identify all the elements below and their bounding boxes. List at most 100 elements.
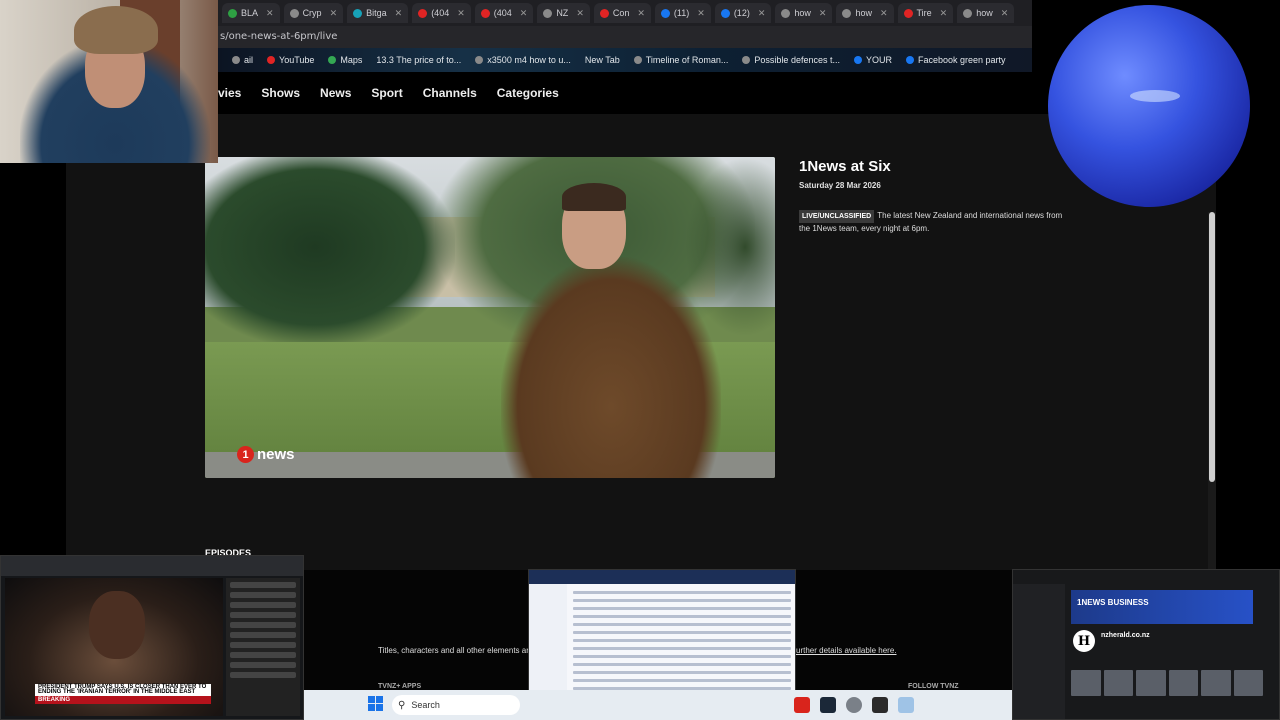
browser-tab[interactable]: Cryp ✕ bbox=[283, 3, 344, 23]
nav-sport[interactable]: Sport bbox=[371, 86, 402, 100]
live-badge: LIVE/UNCLASSIFIED bbox=[799, 210, 875, 223]
follow-heading: FOLLOW TVNZ bbox=[908, 683, 959, 690]
bookmark-item[interactable]: ail bbox=[232, 55, 253, 65]
bookmark-item[interactable]: Maps bbox=[328, 55, 362, 65]
video-player[interactable]: 1 news bbox=[205, 157, 775, 478]
bookmark-label: x3500 m4 how to u... bbox=[487, 55, 571, 65]
browser-tab[interactable]: (404 ✕ bbox=[412, 3, 471, 23]
bookmark-favicon-icon bbox=[328, 56, 337, 64]
bookmark-item[interactable]: Facebook green party bbox=[906, 55, 1006, 65]
browser-tab[interactable]: how ✕ bbox=[836, 3, 894, 23]
address-text[interactable]: s/one-news-at-6pm/live bbox=[220, 31, 337, 42]
bookmark-favicon-icon bbox=[633, 56, 642, 64]
bookmark-favicon-icon bbox=[267, 56, 276, 64]
nav-movies[interactable]: vies bbox=[218, 86, 241, 100]
nzherald-banner-text: 1NEWS BUSINESS bbox=[1077, 598, 1149, 607]
1news-logo-text: news bbox=[257, 446, 295, 463]
footer-link[interactable]: urther details available here. bbox=[796, 646, 897, 655]
browser-tab[interactable]: (11) ✕ bbox=[654, 3, 711, 23]
browser-tab[interactable]: Bitga ✕ bbox=[347, 3, 409, 23]
tab-favicon-icon bbox=[480, 8, 490, 18]
bookmark-item[interactable]: 13.3 The price of to... bbox=[376, 55, 461, 65]
1news-logo-mark: 1 bbox=[237, 446, 254, 463]
bookmark-label: Timeline of Roman... bbox=[645, 55, 729, 65]
neptune-cloud bbox=[1130, 90, 1180, 102]
address-bar[interactable] bbox=[218, 26, 1032, 48]
close-tab-icon[interactable]: ✕ bbox=[520, 8, 528, 19]
taskbar-app-icon[interactable] bbox=[872, 697, 888, 713]
list-item bbox=[230, 632, 296, 638]
tab-label: (12) bbox=[733, 8, 750, 18]
email-row bbox=[573, 631, 791, 634]
tab-favicon-icon bbox=[660, 8, 670, 18]
search-icon: ⚲ bbox=[398, 699, 406, 711]
aljazeera-window-thumbnail[interactable]: PRESIDENT TRUMP SAYS U.S. IS CLOSER THAN… bbox=[0, 555, 304, 720]
close-tab-icon[interactable]: ✕ bbox=[395, 8, 403, 19]
bookmark-label: YOUR bbox=[865, 55, 892, 65]
browser-tab[interactable]: NZ ✕ bbox=[537, 3, 590, 23]
nav-shows[interactable]: Shows bbox=[261, 86, 300, 100]
close-tab-icon[interactable]: ✕ bbox=[637, 8, 645, 19]
close-tab-icon[interactable]: ✕ bbox=[880, 8, 888, 19]
close-tab-icon[interactable]: ✕ bbox=[1001, 8, 1009, 19]
nzherald-name: nzherald.co.nz bbox=[1101, 632, 1150, 639]
steam-icon[interactable] bbox=[820, 697, 836, 713]
windows-start-icon[interactable] bbox=[368, 696, 384, 712]
close-tab-icon[interactable]: ✕ bbox=[330, 8, 338, 19]
taskbar-app-icon[interactable] bbox=[794, 697, 810, 713]
bookmark-item[interactable]: Possible defences t... bbox=[742, 55, 840, 65]
neptune-image bbox=[1048, 5, 1250, 207]
list-item bbox=[230, 662, 296, 668]
bookmark-item[interactable]: YouTube bbox=[267, 55, 314, 65]
tab-label: Bitga bbox=[366, 8, 387, 18]
close-tab-icon[interactable]: ✕ bbox=[697, 8, 705, 19]
footer-text: Titles, characters and all other element… bbox=[378, 646, 534, 655]
close-tab-icon[interactable]: ✕ bbox=[758, 8, 766, 19]
nav-channels[interactable]: Channels bbox=[423, 86, 477, 100]
tab-label: Cryp bbox=[302, 8, 322, 18]
taskbar-search[interactable]: ⚲ Search bbox=[392, 695, 520, 715]
show-date: Saturday 28 Mar 2026 bbox=[799, 181, 881, 190]
bookmark-favicon-icon bbox=[232, 56, 240, 64]
email-row bbox=[573, 679, 791, 682]
close-tab-icon[interactable]: ✕ bbox=[940, 8, 948, 19]
nav-categories[interactable]: Categories bbox=[497, 86, 559, 100]
nav-news[interactable]: News bbox=[320, 86, 351, 100]
bookmark-label: 13.3 The price of to... bbox=[376, 55, 462, 65]
email-row bbox=[573, 655, 791, 658]
taskbar-app-icon[interactable] bbox=[898, 697, 914, 713]
settings-gear-icon[interactable] bbox=[846, 697, 862, 713]
close-tab-icon[interactable]: ✕ bbox=[457, 8, 465, 19]
browser-tab[interactable]: Tire ✕ bbox=[897, 3, 954, 23]
browser-tab[interactable]: Con ✕ bbox=[593, 3, 651, 23]
tab-favicon-icon bbox=[903, 8, 913, 18]
bookmarks-bar: ail YouTube Maps 13.3 The price of to... x35… bbox=[218, 48, 1032, 72]
nzherald-sidebar bbox=[1013, 584, 1065, 719]
thumbnail-tab-bar bbox=[1, 556, 303, 576]
bookmark-favicon-icon bbox=[742, 56, 751, 64]
nzherald-banner bbox=[1071, 590, 1253, 624]
bookmark-item[interactable]: x3500 m4 how to u... bbox=[475, 55, 571, 65]
browser-tab[interactable]: BLA ✕ bbox=[222, 3, 280, 23]
tab-label: NZ bbox=[556, 8, 569, 18]
close-tab-icon[interactable]: ✕ bbox=[266, 8, 274, 19]
browser-tab[interactable]: how ✕ bbox=[775, 3, 833, 23]
tab-favicon-icon bbox=[720, 8, 730, 18]
aljazeera-sidebar bbox=[226, 578, 300, 716]
screen: BLA ✕ Cryp ✕ Bitga ✕ (404 ✕ (404 ✕ NZ ✕ Con ✕ (11) ✕ (12… bbox=[0, 0, 1280, 720]
nzherald-window-thumbnail[interactable]: 1NEWS BUSINESS H nzherald.co.nz bbox=[1012, 569, 1280, 720]
close-tab-icon[interactable]: ✕ bbox=[576, 8, 584, 19]
show-title: 1News at Six bbox=[799, 158, 891, 175]
bookmark-item[interactable]: New Tab bbox=[585, 55, 620, 65]
tab-favicon-icon bbox=[963, 8, 973, 18]
scrollbar-thumb[interactable] bbox=[1209, 212, 1215, 482]
browser-tab[interactable]: (12) ✕ bbox=[714, 3, 772, 23]
browser-tab[interactable]: (404 ✕ bbox=[474, 3, 534, 23]
list-item bbox=[230, 642, 296, 648]
bookmark-item[interactable]: YOUR bbox=[853, 55, 892, 65]
browser-tab[interactable]: how ✕ bbox=[957, 3, 1015, 23]
email-row bbox=[573, 671, 791, 674]
close-tab-icon[interactable]: ✕ bbox=[819, 8, 827, 19]
email-row bbox=[573, 647, 791, 650]
bookmark-item[interactable]: Timeline of Roman... bbox=[633, 55, 729, 65]
